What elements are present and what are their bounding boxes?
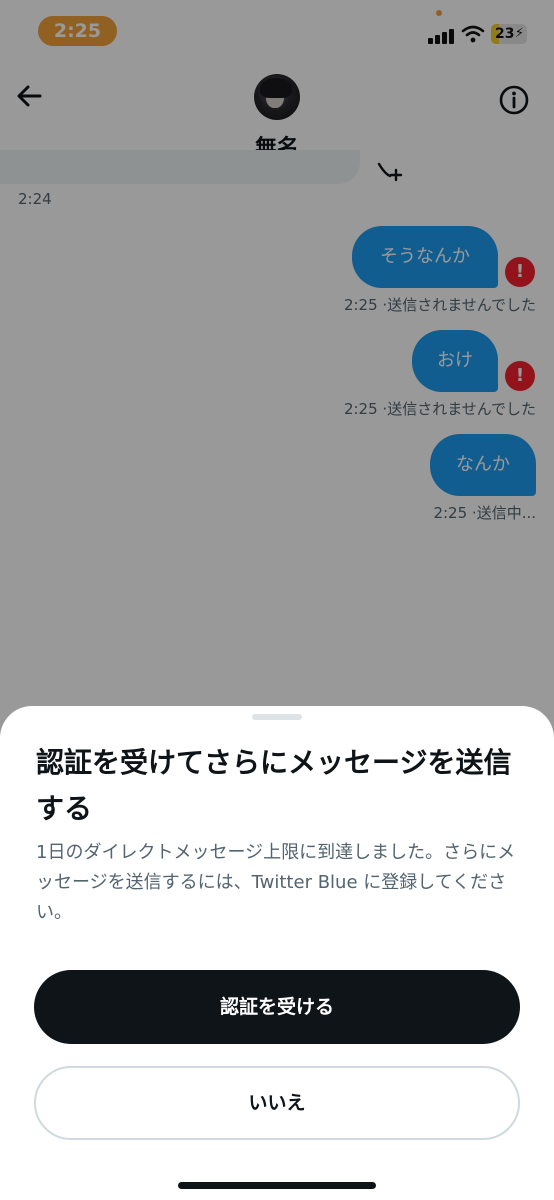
verification-bottom-sheet: 認証を受けてさらにメッセージを送信する 1日のダイレクトメッセージ上限に到達しま…	[0, 706, 554, 1200]
no-button[interactable]: いいえ	[34, 1066, 520, 1140]
sheet-title: 認証を受けてさらにメッセージを送信する	[36, 746, 512, 825]
home-indicator[interactable]	[178, 1182, 376, 1189]
get-verified-button[interactable]: 認証を受ける	[34, 970, 520, 1044]
sheet-drag-handle[interactable]	[252, 714, 302, 720]
sheet-description: 1日のダイレクトメッセージ上限に到達しました。さらにメッセージを送信するには、T…	[36, 842, 516, 923]
